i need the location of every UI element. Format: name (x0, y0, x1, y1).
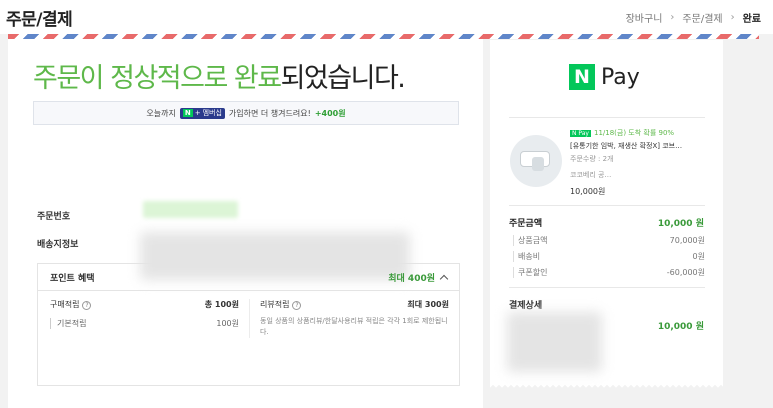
breadcrumb-complete: 완료 (742, 14, 761, 25)
product-name[interactable]: [유통기한 임박, 재생산 확정X] 코브… (570, 141, 700, 151)
line-item-label: 쿠폰할인 (518, 268, 548, 277)
payment-amount: 10,000 원 (657, 322, 704, 332)
order-amount-total: 10,000 원 (657, 219, 704, 229)
page-title: 주문/결제 (6, 10, 73, 30)
divider (509, 205, 705, 206)
membership-badge: N + 멤버십 (179, 107, 225, 119)
review-points-label: 리뷰적립 (260, 300, 290, 309)
line-item-label: 상품금액 (518, 236, 548, 245)
review-points-amount: 최대 300원 (407, 300, 449, 309)
basic-points-label: 기본적립 (57, 319, 87, 328)
line-item-value: 70,000원 (669, 236, 705, 245)
delivery-estimate-text: 11/18(금) 도착 확률 90% (593, 129, 675, 137)
basic-points-row: 기본적립 100원 (50, 318, 239, 329)
chevron-right-icon: › (730, 12, 735, 23)
purchase-points-label: 구매적립 (50, 300, 80, 309)
plus-icon: + (194, 109, 201, 117)
promo-points: +400원 (314, 108, 346, 118)
top-bar: 주문/결제 장바구니 › 주문/결제 › 완료 (0, 0, 773, 34)
npay-tag: N Pay (570, 129, 591, 137)
product-thumbnail[interactable] (510, 135, 562, 187)
line-item-value: -60,000원 (666, 268, 705, 277)
shipping-info-label: 배송지정보 (37, 240, 79, 250)
promo-text: 가입하면 더 챙겨드려요! (228, 108, 311, 118)
review-points-label-wrap: 리뷰적립? (260, 299, 302, 310)
line-item-coupon: 쿠폰할인 -60,000원 (513, 267, 705, 278)
product-quantity: 주문수량 : 2개 (570, 155, 614, 163)
line-item-label: 배송비 (518, 252, 541, 261)
headline-highlight: 주문이 정상적으로 완료 (33, 63, 282, 94)
seller-name[interactable]: 코코베리 공… (570, 170, 611, 180)
review-points-note: 동일 상품의 상품리뷰/한달사용리뷰 적립은 각각 1회로 제한됩니다. (260, 317, 448, 336)
order-number-value-redacted (143, 201, 238, 218)
payment-method-redacted (507, 312, 602, 372)
delivery-estimate: N Pay 11/18(금) 도착 확률 90% (570, 128, 674, 138)
point-benefit-max-amount: 최대 400원 (388, 273, 435, 284)
purchase-points-label-wrap: 구매적립? (50, 299, 92, 310)
help-icon[interactable]: ? (292, 301, 302, 310)
review-points-column: 리뷰적립? 최대 300원 동일 상품의 상품리뷰/한달사용리뷰 적립은 각각 … (249, 299, 449, 338)
membership-badge-text: 멤버십 (202, 109, 222, 117)
chevron-up-icon[interactable] (439, 274, 449, 283)
divider (509, 117, 705, 118)
breadcrumb: 장바구니 › 주문/결제 › 완료 (626, 10, 761, 25)
payment-detail-title: 결제상세 (509, 301, 543, 311)
order-number-label: 주문번호 (37, 212, 71, 222)
membership-promo-banner[interactable]: 오늘까지 N + 멤버십 가입하면 더 챙겨드려요! +400원 (33, 101, 459, 125)
naver-n-logo-icon: N (569, 64, 595, 90)
line-item-value: 0원 (692, 252, 705, 261)
completion-headline: 주문이 정상적으로 완료되었습니다. (33, 56, 406, 95)
product-price: 10,000원 (570, 187, 606, 196)
chevron-right-icon: › (670, 12, 675, 23)
promo-prefix: 오늘까지 (146, 108, 176, 118)
naver-pay-logo: N Pay (569, 64, 640, 90)
pay-logo-text: Pay (601, 64, 640, 90)
breadcrumb-checkout[interactable]: 주문/결제 (682, 10, 722, 25)
headline-rest: 되었습니다. (280, 63, 406, 94)
purchase-points-amount: 총 100원 (204, 300, 239, 309)
receipt-zigzag-edge (490, 384, 723, 390)
point-benefit-panel: 포인트 혜택 최대 400원 구매적립? 총 100원 기본적립 100원 리뷰… (37, 263, 460, 386)
naver-n-icon: N (182, 109, 193, 117)
purchase-points-column: 구매적립? 총 100원 기본적립 100원 (50, 299, 239, 338)
line-item-shipping: 배송비 0원 (513, 251, 705, 262)
point-benefit-title: 포인트 혜택 (50, 273, 95, 284)
point-benefit-header[interactable]: 포인트 혜택 최대 400원 (38, 264, 459, 291)
basic-points-amount: 100원 (216, 319, 239, 328)
help-icon[interactable]: ? (82, 301, 92, 310)
line-item-product-price: 상품금액 70,000원 (513, 235, 705, 246)
divider (509, 287, 705, 288)
product-device-shape-2 (532, 157, 544, 171)
point-benefit-max: 최대 400원 (388, 271, 449, 284)
breadcrumb-cart[interactable]: 장바구니 (626, 10, 663, 25)
order-amount-title: 주문금액 (509, 219, 543, 229)
